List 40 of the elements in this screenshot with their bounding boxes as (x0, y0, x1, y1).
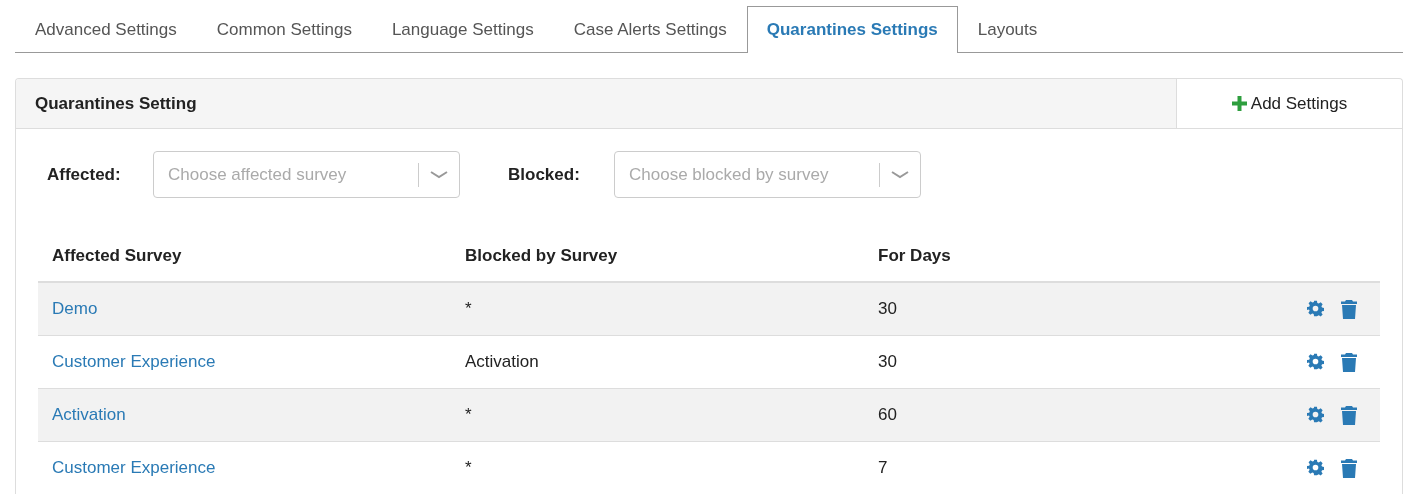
trash-icon[interactable] (1341, 299, 1357, 319)
filter-label: Affected: (47, 163, 122, 186)
select-input[interactable]: Choose blocked by survey (615, 160, 879, 189)
tab[interactable]: Common Settings (196, 6, 372, 52)
filter-label: Blocked: (508, 163, 581, 186)
table-cell-text: * (464, 404, 473, 427)
plus-icon (1231, 96, 1247, 111)
table-cell-text: 60 (877, 404, 898, 427)
survey-link[interactable]: Activation (52, 405, 126, 425)
column-header: Blocked by Survey (464, 245, 619, 268)
chevron-down-icon (430, 171, 448, 180)
chevron-down-icon (891, 171, 909, 180)
settings-icon[interactable] (1307, 458, 1324, 476)
table-cell-text: 30 (877, 351, 898, 374)
column-header: For Days (877, 245, 952, 268)
survey-link[interactable]: Demo (52, 299, 98, 319)
column-header: Affected Survey (51, 245, 183, 268)
select-field[interactable]: Choose affected survey (153, 151, 460, 198)
select-input[interactable]: Choose affected survey (154, 160, 418, 189)
add-settings-button[interactable]: Add Settings (1176, 79, 1402, 128)
select-field[interactable]: Choose blocked by survey (614, 151, 921, 198)
table-cell-text: 7 (877, 457, 889, 480)
settings-icon[interactable] (1307, 299, 1324, 317)
table-cell-text: 30 (877, 298, 898, 321)
tab[interactable]: Layouts (957, 6, 1058, 52)
trash-icon[interactable] (1341, 352, 1357, 372)
table-cell-text: * (464, 457, 473, 480)
survey-link[interactable]: Customer Experience (52, 458, 216, 478)
tab[interactable]: Quarantines Settings (746, 6, 958, 53)
tab[interactable]: Advanced Settings (15, 6, 197, 52)
survey-link[interactable]: Customer Experience (52, 352, 216, 372)
table-cell-text: Activation (464, 351, 540, 374)
trash-icon[interactable] (1341, 405, 1357, 425)
settings-icon[interactable] (1307, 352, 1324, 370)
tab[interactable]: Case Alerts Settings (553, 6, 747, 52)
tab[interactable]: Language Settings (371, 6, 554, 52)
settings-icon[interactable] (1307, 405, 1324, 423)
table-cell-text: * (464, 298, 473, 321)
trash-icon[interactable] (1341, 458, 1357, 478)
panel-title: Quarantines Setting (34, 92, 198, 115)
